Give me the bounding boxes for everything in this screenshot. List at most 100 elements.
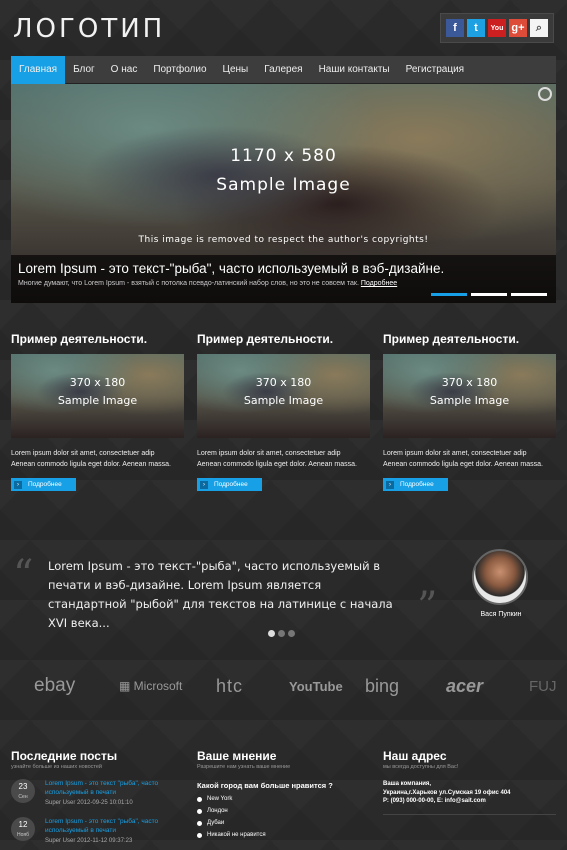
post-day: 12 — [18, 820, 28, 829]
nav-item-portfolio[interactable]: Портфолио — [145, 56, 214, 84]
poll-option-label: Лондон — [207, 808, 228, 814]
address-block: Ваша компания, Украина,г.Харьков ул.Сумс… — [383, 780, 558, 806]
poll-option[interactable]: Никакой не нравится — [197, 832, 372, 838]
chevron-right-icon: › — [14, 480, 22, 489]
feature-card: Пример деятельности. 370 x 180 Sample Im… — [197, 332, 370, 491]
fujitsu-logo[interactable]: FUJ — [529, 678, 557, 695]
testimonial-dot[interactable] — [268, 630, 275, 637]
slider-page-3[interactable] — [511, 293, 547, 296]
poll-option-label: New York — [207, 796, 233, 802]
site-logo[interactable]: ЛОГОТИП — [13, 14, 165, 44]
poll-option[interactable]: Дубаи — [197, 820, 372, 826]
testimonial-dot[interactable] — [278, 630, 285, 637]
chevron-right-icon: › — [200, 480, 208, 489]
ebay-logo[interactable]: ebay — [34, 675, 75, 697]
nav-item-gallery[interactable]: Галерея — [256, 56, 310, 84]
radio-icon[interactable] — [197, 820, 202, 826]
more-button-label: Подробнее — [400, 481, 434, 488]
chevron-right-icon: › — [386, 480, 394, 489]
nav-item-home[interactable]: Главная — [11, 55, 66, 90]
radio-icon[interactable] — [197, 796, 202, 802]
radio-icon[interactable] — [197, 808, 202, 814]
open-quote-icon: “ — [13, 552, 34, 598]
slide-caption-title: Lorem Ipsum - это текст-"рыба", часто ис… — [18, 261, 445, 276]
slider-page-1[interactable] — [431, 293, 467, 296]
feature-title: Пример деятельности. — [197, 332, 334, 346]
footer-address: Наш адрес мы всегда доступны для Вас! Ва… — [383, 749, 558, 815]
htc-logo[interactable]: htc — [216, 676, 243, 697]
close-quote-icon: ” — [417, 584, 438, 630]
testimonial-dot[interactable] — [288, 630, 295, 637]
footer-posts-title: Последние посты — [11, 749, 118, 763]
youtube-logo[interactable]: YouTube — [289, 679, 343, 694]
footer-poll-subtitle: Разрешите нам узнать ваше мнение — [197, 764, 291, 770]
poll-option-label: Дубаи — [207, 820, 225, 826]
feature-text: Lorem ipsum dolor sit amet, consectetuer… — [197, 448, 370, 470]
feature-image[interactable]: 370 x 180 Sample Image — [197, 354, 370, 438]
nav-item-about[interactable]: О нас — [103, 56, 146, 84]
feature-text-line: Aenean commodo ligula eget dolor. Aenean… — [197, 461, 357, 468]
footer-posts-subtitle: узнайте больше из наших новостей — [11, 764, 102, 770]
nav-item-prices[interactable]: Цены — [215, 56, 257, 84]
feature-text-line: Lorem ipsum dolor sit amet, consectetuer… — [383, 450, 527, 457]
feature-image-size: 370 x 180 — [255, 376, 312, 389]
post-meta: Super User 2012-09-25 10:01:10 — [45, 800, 133, 806]
post-title-link[interactable]: Lorem Ipsum - это текст "рыба", часто ис… — [45, 779, 185, 797]
youtube-icon[interactable]: You — [488, 19, 506, 37]
main-nav: Главная Блог О нас Портфолио Цены Галере… — [11, 55, 556, 90]
feature-image-size: 370 x 180 — [69, 376, 126, 389]
feature-title: Пример деятельности. — [383, 332, 520, 346]
slider-page-2[interactable] — [471, 293, 507, 296]
pause-icon[interactable] — [538, 87, 552, 101]
post-date: 12 Нояб — [11, 817, 35, 841]
feature-text: Lorem ipsum dolor sit amet, consectetuer… — [383, 448, 556, 470]
post-meta: Super User 2012-11-12 09:37:23 — [45, 838, 133, 844]
post-month: Нояб — [17, 832, 29, 838]
feature-text-line: Aenean commodo ligula eget dolor. Aenean… — [11, 461, 171, 468]
post-date: 23 Сен — [11, 779, 35, 803]
feature-image[interactable]: 370 x 180 Sample Image — [11, 354, 184, 438]
social-bar: f t You g+ ⌕ — [440, 13, 554, 43]
feature-card: Пример деятельности. 370 x 180 Sample Im… — [11, 332, 184, 491]
footer-poll-title: Ваше мнение — [197, 749, 277, 763]
feature-image[interactable]: 370 x 180 Sample Image — [383, 354, 556, 438]
bing-logo[interactable]: bing — [365, 676, 399, 697]
footer-poll: Ваше мнение Разрешите нам узнать ваше мн… — [197, 749, 372, 838]
nav-item-register[interactable]: Регистрация — [398, 56, 472, 84]
nav-item-blog[interactable]: Блог — [65, 56, 103, 84]
nav-item-contacts[interactable]: Наши контакты — [311, 56, 398, 84]
more-button[interactable]: › Подробнее — [383, 478, 448, 491]
slide-sample-label: Sample Image — [216, 175, 351, 195]
acer-logo[interactable]: acer — [446, 676, 483, 697]
testimonial-text: Lorem Ipsum - это текст-"рыба", часто ис… — [48, 559, 393, 630]
poll-option[interactable]: New York — [197, 796, 372, 802]
more-button-label: Подробнее — [28, 481, 62, 488]
feature-card: Пример деятельности. 370 x 180 Sample Im… — [383, 332, 556, 491]
poll-option-label: Никакой не нравится — [207, 832, 266, 838]
more-button-label: Подробнее — [214, 481, 248, 488]
slide-copyright-note: This image is removed to respect the aut… — [138, 235, 429, 245]
testimonial-pagination — [268, 630, 295, 637]
twitter-icon[interactable]: t — [467, 19, 485, 37]
feature-text-line: Lorem ipsum dolor sit amet, consectetuer… — [197, 450, 341, 457]
post-title-link[interactable]: Lorem Ipsum - это текст "рыба", часто ис… — [45, 817, 185, 835]
google-plus-icon[interactable]: g+ — [509, 19, 527, 37]
feature-title: Пример деятельности. — [11, 332, 148, 346]
slide-size-label: 1170 x 580 — [230, 146, 337, 166]
poll-option[interactable]: Лондон — [197, 808, 372, 814]
more-button[interactable]: › Подробнее — [11, 478, 76, 491]
search-icon[interactable]: ⌕ — [530, 19, 548, 37]
feature-image-sample: Sample Image — [57, 394, 138, 407]
avatar — [472, 549, 528, 605]
feature-text-line: Lorem ipsum dolor sit amet, consectetuer… — [11, 450, 155, 457]
microsoft-logo[interactable]: ▦ Microsoft — [119, 679, 182, 693]
facebook-icon[interactable]: f — [446, 19, 464, 37]
post-day: 23 — [18, 782, 28, 791]
feature-text: Lorem ipsum dolor sit amet, consectetuer… — [11, 448, 184, 470]
radio-icon[interactable] — [197, 832, 202, 838]
hero-slider[interactable]: 1170 x 580 Sample Image This image is re… — [11, 84, 556, 303]
post-month: Сен — [18, 794, 28, 800]
slider-pagination — [431, 293, 547, 296]
more-button[interactable]: › Подробнее — [197, 478, 262, 491]
slide-more-link[interactable]: Подробнее — [361, 280, 397, 287]
